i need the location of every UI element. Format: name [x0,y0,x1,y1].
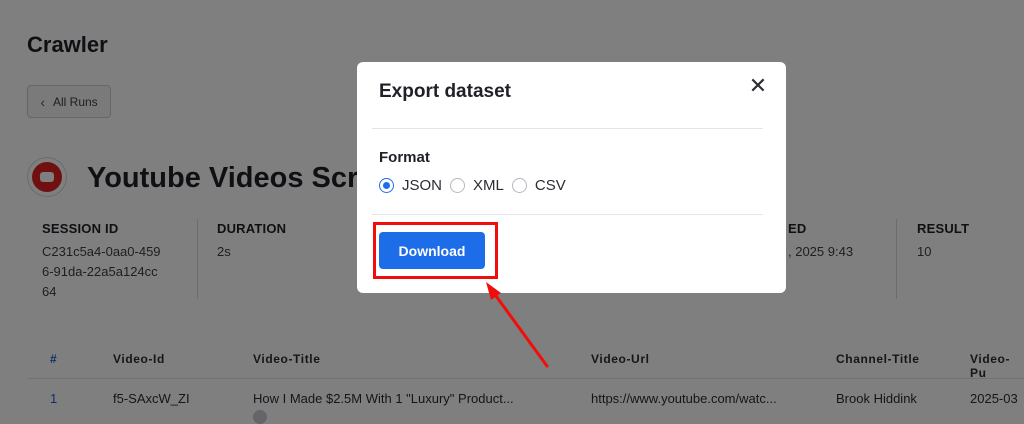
annotation-arrow-icon [486,282,549,368]
